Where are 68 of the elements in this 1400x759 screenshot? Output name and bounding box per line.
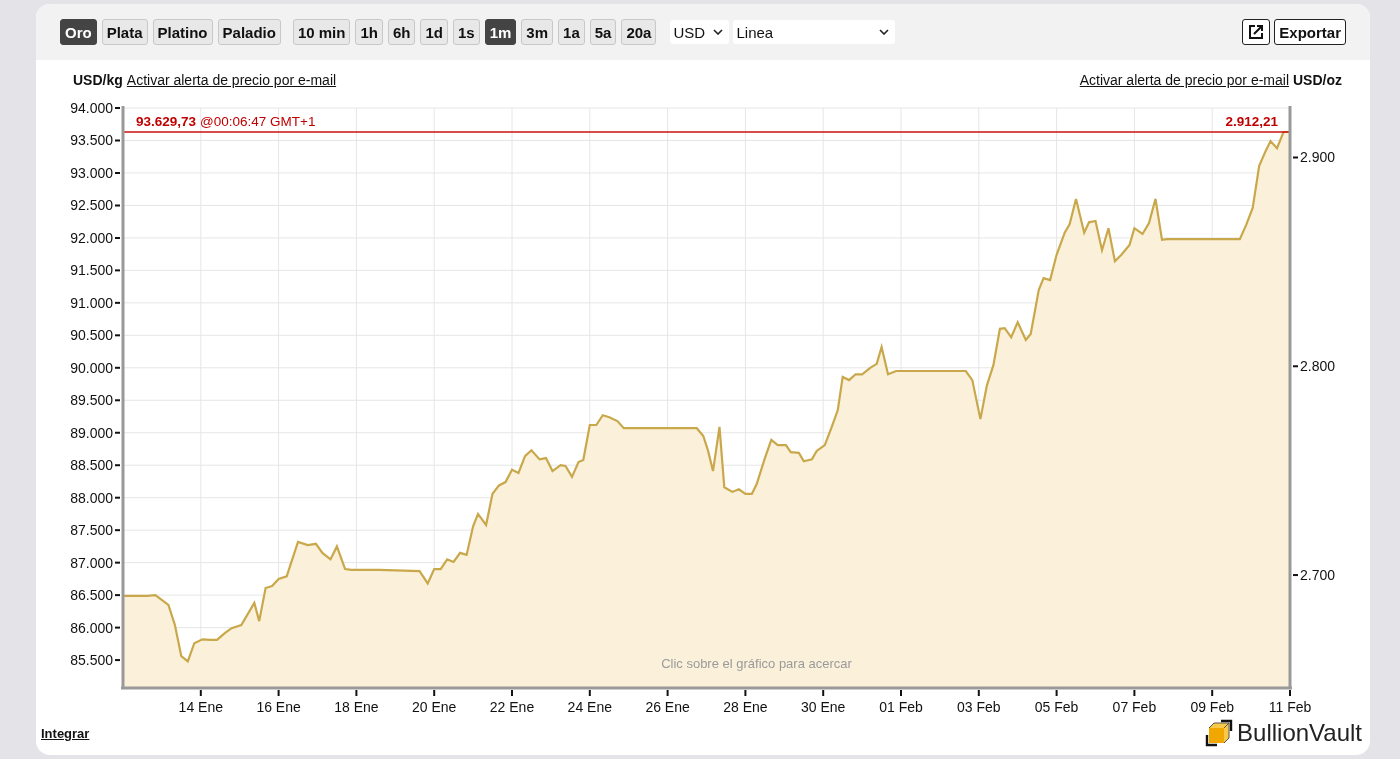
y-axis-label: 86.000	[70, 619, 113, 636]
range-tab[interactable]: 1d	[420, 19, 448, 45]
range-tab[interactable]: 1h	[355, 19, 383, 45]
range-tab[interactable]: 1s	[453, 19, 480, 45]
y-axis-label: 94.000	[70, 100, 113, 116]
range-tab[interactable]: 1m	[484, 19, 517, 45]
x-axis-label: 22 Ene	[489, 699, 535, 715]
zoom-hint: Clic sobre el gráfico para acercar	[661, 656, 852, 671]
x-axis-label: 30 Ene	[801, 699, 846, 715]
y-axis-label: 91.000	[70, 294, 113, 311]
y-axis-label: 93.000	[70, 164, 113, 181]
x-axis-label: 26 Ene	[645, 699, 690, 715]
range-tab[interactable]: 6h	[387, 19, 416, 45]
export-button[interactable]: Exportar	[1274, 19, 1346, 45]
x-axis-label: 11 Feb	[1268, 699, 1312, 715]
chart-type-dropdown[interactable]: Linea	[733, 20, 896, 44]
x-axis-label: 09 Feb	[1190, 699, 1234, 715]
y-axis-label: 91.500	[70, 262, 113, 279]
x-axis-label: 18 Ene	[334, 699, 379, 715]
price-alert-link[interactable]: Activar alerta de precio por e-mail	[126, 72, 337, 95]
y-axis-label: 88.500	[70, 457, 113, 474]
y-axis-label: 92.500	[70, 197, 113, 214]
embed-link[interactable]: Integrar	[41, 725, 90, 741]
x-axis-label: 07 Feb	[1112, 699, 1157, 715]
price-label: 2.912,21	[1225, 114, 1278, 131]
range-tab[interactable]: 10 min	[292, 19, 351, 45]
metal-tab[interactable]: Oro	[60, 19, 97, 45]
x-axis-label: 20 Ene	[412, 699, 457, 715]
x-axis-label: 28 Ene	[723, 699, 768, 715]
metal-tab[interactable]: Platino	[152, 19, 213, 45]
x-axis-label: 01 Feb	[879, 699, 923, 715]
unit-label: USD/oz	[1293, 72, 1342, 90]
x-axis-label: 16 Ene	[256, 699, 301, 715]
unit-label: USD/kg	[73, 72, 123, 90]
logo-text: BullionVault	[1237, 719, 1362, 747]
x-axis-label: 03 Feb	[957, 699, 1001, 715]
price-label: 93.629,73	[136, 114, 197, 131]
chevron-icon	[879, 29, 890, 35]
y-axis-label: 87.000	[70, 554, 113, 571]
external-link-icon	[1248, 24, 1265, 40]
open-external-button[interactable]	[1242, 19, 1271, 45]
y2-axis-label: 2.800	[1300, 358, 1336, 375]
range-tab[interactable]: 3m	[521, 19, 554, 45]
y-axis-label: 89.000	[70, 424, 113, 441]
x-axis-label: 14 Ene	[178, 699, 223, 715]
y-axis-label: 86.500	[70, 587, 113, 604]
price-time-label: @00:06:47 GMT+1	[200, 114, 316, 131]
cube-logo-icon	[1205, 719, 1234, 747]
price-alert-link[interactable]: Activar alerta de precio por e-mail	[1079, 72, 1289, 95]
metal-tab[interactable]: Paladio	[217, 19, 281, 45]
y2-axis-label: 2.900	[1300, 149, 1336, 166]
y-axis-label: 87.500	[70, 522, 113, 539]
chevron-icon	[713, 29, 724, 35]
y-axis-label: 90.500	[70, 327, 113, 344]
metal-tab[interactable]: Plata	[101, 19, 148, 45]
currency-dropdown[interactable]: USD	[670, 20, 730, 44]
x-axis-label: 24 Ene	[567, 699, 612, 715]
y-axis-label: 85.500	[70, 652, 113, 669]
y-axis-label: 90.000	[70, 359, 113, 376]
y-axis-label: 89.500	[70, 392, 113, 409]
x-axis-label: 05 Feb	[1034, 699, 1079, 715]
range-tab[interactable]: 20a	[621, 19, 657, 45]
range-tab[interactable]: 5a	[589, 19, 617, 45]
y-axis-label: 93.500	[70, 132, 113, 149]
range-tab[interactable]: 1a	[558, 19, 585, 45]
y-axis-label: 88.000	[70, 489, 113, 506]
y-axis-label: 92.000	[70, 229, 113, 246]
y2-axis-label: 2.700	[1300, 567, 1336, 584]
